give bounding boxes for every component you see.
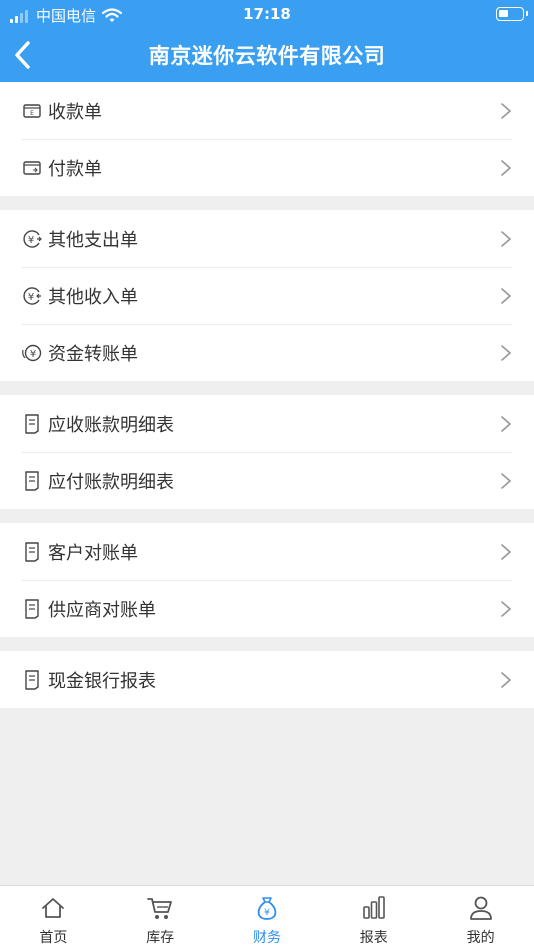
tab-label: 我的	[466, 930, 495, 946]
yen-transfer-icon: ¥	[22, 343, 42, 363]
chevron-right-icon	[501, 473, 512, 489]
chevron-right-icon	[501, 288, 512, 304]
chevron-right-icon	[501, 672, 512, 688]
menu-item-label: 付款单	[48, 158, 102, 180]
tab-label: 财务	[252, 930, 281, 946]
wallet-icon	[22, 158, 42, 178]
menu-item-customer-statement[interactable]: 客户对账单	[0, 523, 534, 580]
menu-group-accounts: 应收账款明细表 应付账款明细表	[0, 395, 534, 509]
finance-menu: E 收款单 付款单 ¥ 其他支出单 ¥ 其他收入单 ¥ 资金转账单 应收账款明细…	[0, 82, 534, 722]
menu-item-label: 供应商对账单	[48, 599, 156, 621]
svg-text:¥: ¥	[28, 292, 34, 303]
chevron-right-icon	[501, 160, 512, 176]
menu-group-funds: ¥ 其他支出单 ¥ 其他收入单 ¥ 资金转账单	[0, 210, 534, 381]
cart-icon	[147, 898, 173, 919]
tab-label: 首页	[39, 930, 68, 946]
menu-item-label: 收款单	[48, 101, 102, 123]
receipt-icon: E	[22, 101, 42, 121]
menu-item-label: 资金转账单	[48, 343, 138, 365]
status-bar: 中国电信 17:18	[0, 0, 534, 28]
menu-item-label: 现金银行报表	[48, 670, 156, 692]
menu-item-other-income[interactable]: ¥ 其他收入单	[0, 267, 534, 324]
tab-inventory[interactable]: 库存	[107, 886, 214, 950]
svg-text:¥: ¥	[28, 235, 34, 246]
svg-text:¥: ¥	[30, 349, 36, 360]
tab-label: 库存	[146, 930, 175, 946]
menu-item-other-expense[interactable]: ¥ 其他支出单	[0, 210, 534, 267]
chevron-right-icon	[501, 601, 512, 617]
chevron-right-icon	[501, 231, 512, 247]
user-icon	[469, 896, 492, 920]
menu-item-label: 应收账款明细表	[48, 414, 174, 436]
menu-item-receipt[interactable]: E 收款单	[0, 82, 534, 139]
nav-bar: 南京迷你云软件有限公司	[0, 28, 534, 82]
chevron-right-icon	[501, 103, 512, 119]
home-icon	[42, 898, 65, 918]
menu-item-label: 其他收入单	[48, 286, 138, 308]
bar-chart-icon	[362, 896, 385, 919]
tab-finance[interactable]: ¥ 财务	[214, 886, 321, 950]
battery-icon	[496, 7, 528, 21]
document-icon	[22, 470, 42, 491]
menu-item-fund-transfer[interactable]: ¥ 资金转账单	[0, 324, 534, 381]
yen-in-icon: ¥	[22, 286, 42, 306]
menu-item-receivable-detail[interactable]: 应收账款明细表	[0, 395, 534, 452]
tab-bar: 首页 库存 ¥ 财务 报表 我的	[0, 885, 534, 950]
menu-group-statements: 客户对账单 供应商对账单	[0, 523, 534, 637]
status-time: 17:18	[243, 5, 291, 23]
tab-profile[interactable]: 我的	[427, 886, 534, 950]
menu-item-label: 应付账款明细表	[48, 471, 174, 493]
document-icon	[22, 598, 42, 619]
menu-item-supplier-statement[interactable]: 供应商对账单	[0, 580, 534, 637]
document-icon	[22, 669, 42, 690]
document-icon	[22, 413, 42, 434]
yen-out-icon: ¥	[22, 229, 42, 249]
page-title: 南京迷你云软件有限公司	[148, 44, 386, 68]
tab-home[interactable]: 首页	[0, 886, 107, 950]
svg-text:E: E	[30, 110, 34, 117]
svg-text:¥: ¥	[264, 908, 270, 918]
menu-group-reports: 现金银行报表	[0, 651, 534, 708]
menu-group-payments: E 收款单 付款单	[0, 82, 534, 196]
menu-item-payable-detail[interactable]: 应付账款明细表	[0, 452, 534, 509]
document-icon	[22, 541, 42, 562]
tab-reports[interactable]: 报表	[320, 886, 427, 950]
chevron-right-icon	[501, 345, 512, 361]
chevron-right-icon	[501, 544, 512, 560]
menu-item-label: 客户对账单	[48, 542, 138, 564]
menu-item-label: 其他支出单	[48, 229, 138, 251]
tab-label: 报表	[359, 930, 388, 946]
menu-item-cash-bank-report[interactable]: 现金银行报表	[0, 651, 534, 708]
chevron-right-icon	[501, 416, 512, 432]
menu-item-payment[interactable]: 付款单	[0, 139, 534, 196]
money-bag-icon: ¥	[257, 897, 277, 920]
